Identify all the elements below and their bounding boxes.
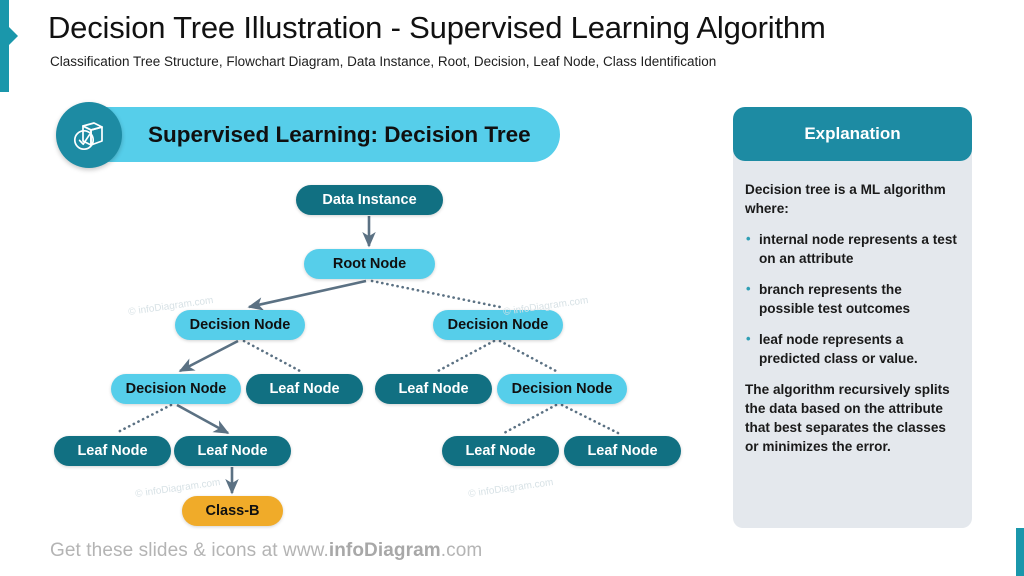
tree-node-leaf-l2[interactable]: Leaf Node bbox=[246, 374, 363, 404]
explanation-intro: Decision tree is a ML algorithm where: bbox=[745, 182, 946, 216]
explanation-bullet: leaf node represents a predicted class o… bbox=[745, 329, 959, 368]
tree-node-root[interactable]: Root Node bbox=[304, 249, 435, 279]
tree-node-leaf-l3b[interactable]: Leaf Node bbox=[174, 436, 291, 466]
explanation-outro: The algorithm recursively splits the dat… bbox=[745, 382, 950, 454]
explanation-bullet: internal node represents a test on an at… bbox=[745, 229, 959, 268]
tree-node-class-b[interactable]: Class-B bbox=[182, 496, 283, 526]
tree-link-dec-l1-to-dec-l2 bbox=[178, 339, 239, 373]
tree-node-leaf-r3b[interactable]: Leaf Node bbox=[564, 436, 681, 466]
tree-node-dec-l1[interactable]: Decision Node bbox=[175, 310, 305, 340]
tree-node-dec-r1[interactable]: Decision Node bbox=[433, 310, 563, 340]
tree-link-dec-r2-to-leaf-r3b bbox=[560, 403, 620, 435]
decision-tree-diagram: Data Instance Root Node Decision Node Decis… bbox=[0, 0, 720, 576]
watermark: © infoDiagram.com bbox=[467, 477, 555, 500]
tree-link-root-to-dec-r1 bbox=[370, 279, 502, 309]
tree-link-dec-r1-to-dec-r2 bbox=[498, 339, 558, 373]
footer-promo: Get these slides & icons at www.infoDiag… bbox=[50, 540, 482, 562]
tree-connectors bbox=[114, 216, 620, 495]
tree-link-dec-l2-to-leaf-l3a bbox=[114, 403, 173, 435]
tree-link-dec-l1-to-leaf-l2 bbox=[242, 339, 302, 373]
tree-node-data-instance[interactable]: Data Instance bbox=[296, 185, 443, 215]
tree-link-dec-l2-to-leaf-l3b bbox=[176, 403, 230, 435]
explanation-body: Decision tree is a ML algorithm where: i… bbox=[745, 180, 959, 468]
tree-link-dec-r1-to-leaf-r2 bbox=[436, 339, 496, 373]
tree-node-leaf-l3a[interactable]: Leaf Node bbox=[54, 436, 171, 466]
footer-prefix: Get these slides & icons at www. bbox=[50, 540, 329, 561]
tree-node-dec-l2[interactable]: Decision Node bbox=[111, 374, 241, 404]
tree-link-root-to-dec-l1 bbox=[247, 279, 367, 311]
tree-node-dec-r2[interactable]: Decision Node bbox=[497, 374, 627, 404]
right-accent-bar bbox=[1016, 528, 1024, 576]
footer-brand: infoDiagram bbox=[328, 540, 441, 561]
tree-node-leaf-r2[interactable]: Leaf Node bbox=[375, 374, 492, 404]
explanation-header: Explanation bbox=[733, 107, 972, 161]
explanation-bullet: branch represents the possible test outc… bbox=[745, 279, 959, 318]
tree-link-dec-r2-to-leaf-r3a bbox=[502, 403, 558, 435]
explanation-bullet-list: internal node represents a test on an at… bbox=[745, 229, 959, 368]
footer-suffix: .com bbox=[440, 540, 483, 561]
tree-node-leaf-r3a[interactable]: Leaf Node bbox=[442, 436, 559, 466]
